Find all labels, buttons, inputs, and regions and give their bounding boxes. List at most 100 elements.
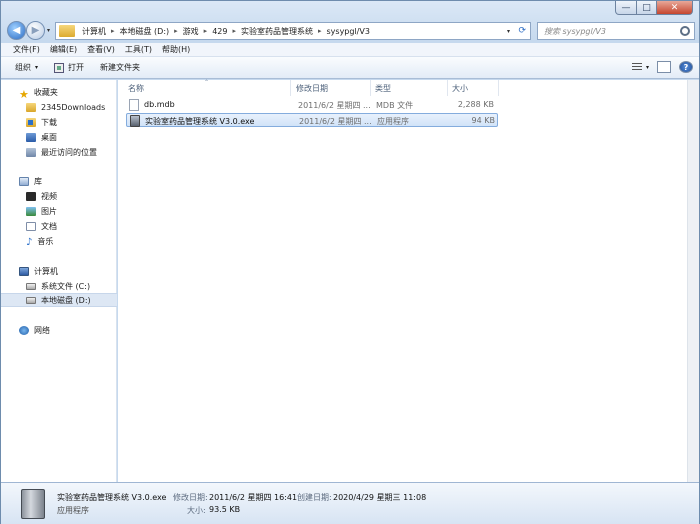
- new-folder-button[interactable]: 新建文件夹: [92, 59, 148, 77]
- menu-view[interactable]: 查看(V): [83, 44, 121, 55]
- details-modified-value: 2011/6/2 星期四 16:41: [209, 493, 298, 502]
- caption-buttons: — □ ✕: [615, 1, 693, 15]
- nav-desktop[interactable]: 桌面: [1, 130, 117, 144]
- column-type[interactable]: 类型: [375, 83, 391, 94]
- menu-bar: 文件(F) 编辑(E) 查看(V) 工具(T) 帮助(H): [1, 43, 699, 57]
- crumb-games[interactable]: 游戏: [180, 26, 202, 37]
- crumb-separator-icon[interactable]: ▸: [202, 27, 210, 35]
- folder-icon: [26, 102, 36, 112]
- address-bar[interactable]: 计算机 ▸ 本地磁盘 (D:) ▸ 游戏 ▸ 429 ▸ 实验室药品管理系统 ▸…: [55, 22, 531, 40]
- nav-computer-label: 计算机: [34, 266, 58, 276]
- search-placeholder: 搜索 sysypgl/V3: [544, 26, 606, 36]
- file-type: 应用程序: [377, 117, 409, 126]
- nav-drive-d[interactable]: 本地磁盘 (D:): [1, 293, 117, 307]
- details-file-name: 实验室药品管理系统 V3.0.exe: [57, 493, 167, 502]
- star-icon: ★: [19, 87, 29, 101]
- sort-ascending-icon: ⌃: [204, 79, 210, 86]
- menu-tools[interactable]: 工具(T): [121, 44, 158, 55]
- organize-label: 组织: [15, 63, 31, 72]
- nav-downloads-label: 下载: [41, 117, 57, 127]
- menu-edit[interactable]: 编辑(E): [46, 44, 83, 55]
- open-button[interactable]: 打开: [46, 59, 92, 77]
- crumb-separator-icon[interactable]: ▸: [109, 27, 117, 35]
- nav-2345downloads-label: 2345Downloads: [41, 102, 106, 112]
- application-icon: [130, 115, 140, 127]
- column-size[interactable]: 大小: [452, 83, 468, 94]
- refresh-icon[interactable]: ⟳: [518, 26, 526, 36]
- file-row-exe[interactable]: 实验室药品管理系统 V3.0.exe 2011/6/2 星期四 ... 应用程序…: [126, 113, 498, 127]
- crumb-lab-system[interactable]: 实验室药品管理系统: [238, 26, 316, 37]
- chevron-down-icon: ▾: [35, 64, 39, 71]
- details-created-value: 2020/4/29 星期三 11:08: [333, 493, 427, 502]
- file-row-db-mdb[interactable]: db.mdb 2011/6/2 星期四 ... MDB 文件 2,288 KB: [126, 98, 498, 112]
- recent-pages-dropdown[interactable]: ▾: [47, 27, 50, 34]
- network-icon: [19, 325, 29, 335]
- nav-recent[interactable]: 最近访问的位置: [1, 145, 117, 159]
- maximize-button[interactable]: □: [637, 1, 657, 15]
- file-date: 2011/6/2 星期四 ...: [299, 117, 372, 126]
- nav-music[interactable]: ♪ 音乐: [1, 234, 117, 248]
- drive-icon: [26, 296, 36, 304]
- download-folder-icon: [26, 117, 36, 127]
- view-dropdown-icon[interactable]: ▾: [646, 64, 649, 71]
- nav-libraries[interactable]: 库: [1, 174, 117, 188]
- details-pane: 实验室药品管理系统 V3.0.exe 应用程序 修改日期: 2011/6/2 星…: [1, 482, 699, 524]
- nav-pictures[interactable]: 图片: [1, 204, 117, 218]
- document-icon: [26, 221, 36, 231]
- nav-network-label: 网络: [34, 325, 50, 335]
- close-button[interactable]: ✕: [657, 1, 693, 15]
- organize-button[interactable]: 组织 ▾: [7, 59, 46, 77]
- forward-button[interactable]: ▶: [26, 21, 45, 40]
- preview-pane-icon[interactable]: [657, 61, 671, 73]
- nav-2345downloads[interactable]: 2345Downloads: [1, 100, 117, 114]
- view-controls: ▾ ?: [624, 61, 693, 73]
- column-divider[interactable]: [498, 80, 499, 96]
- file-size: 2,288 KB: [457, 100, 494, 109]
- nav-videos[interactable]: 视频: [1, 189, 117, 203]
- nav-network[interactable]: 网络: [1, 323, 117, 337]
- nav-documents[interactable]: 文档: [1, 219, 117, 233]
- nav-libraries-label: 库: [34, 176, 42, 186]
- back-button[interactable]: ◀: [7, 21, 26, 40]
- file-size: 94 KB: [471, 116, 495, 125]
- crumb-v3[interactable]: sysypgl/V3: [324, 27, 373, 36]
- command-bar: 组织 ▾ 打开 新建文件夹 ▾ ?: [1, 57, 699, 79]
- crumb-429[interactable]: 429: [209, 27, 230, 36]
- open-icon: [54, 62, 65, 73]
- column-divider[interactable]: [447, 80, 448, 96]
- navigation-bar: ◀ ▶ ▾ 计算机 ▸ 本地磁盘 (D:) ▸ 游戏 ▸ 429 ▸ 实验室药品…: [1, 19, 700, 43]
- video-icon: [26, 191, 36, 201]
- crumb-computer[interactable]: 计算机: [79, 26, 109, 37]
- column-divider[interactable]: [370, 80, 371, 96]
- nav-favorites[interactable]: ★ 收藏夹: [1, 85, 117, 101]
- nav-pictures-label: 图片: [41, 206, 57, 216]
- column-name[interactable]: 名称: [128, 83, 144, 94]
- computer-icon: [19, 266, 29, 276]
- crumb-separator-icon[interactable]: ▸: [230, 27, 238, 35]
- navigation-pane: ★ 收藏夹 2345Downloads 下载 桌面 最近访问的位置 库 视频 图…: [1, 80, 117, 482]
- column-divider[interactable]: [290, 80, 291, 96]
- details-created-label: 创建日期:: [297, 493, 332, 502]
- change-view-icon[interactable]: [631, 62, 642, 72]
- crumb-separator-icon[interactable]: ▸: [172, 27, 180, 35]
- nav-drive-d-label: 本地磁盘 (D:): [41, 295, 91, 305]
- nav-desktop-label: 桌面: [41, 132, 57, 142]
- library-icon: [19, 176, 29, 186]
- nav-downloads[interactable]: 下载: [1, 115, 117, 129]
- nav-drive-c[interactable]: 系统文件 (C:): [1, 279, 117, 293]
- menu-file[interactable]: 文件(F): [9, 44, 46, 55]
- column-date[interactable]: 修改日期: [296, 83, 328, 94]
- minimize-button[interactable]: —: [615, 1, 637, 15]
- search-icon[interactable]: [680, 26, 690, 36]
- explorer-window: — □ ✕ ◀ ▶ ▾ 计算机 ▸ 本地磁盘 (D:) ▸ 游戏 ▸ 429 ▸…: [0, 0, 700, 524]
- help-icon[interactable]: ?: [679, 61, 693, 73]
- nav-videos-label: 视频: [41, 191, 57, 201]
- nav-computer[interactable]: 计算机: [1, 264, 117, 278]
- crumb-separator-icon[interactable]: ▸: [316, 27, 324, 35]
- column-headers: 名称 ⌃ 修改日期 类型 大小: [118, 79, 689, 96]
- vertical-scrollbar[interactable]: [687, 80, 699, 482]
- search-input[interactable]: 搜索 sysypgl/V3: [537, 22, 695, 40]
- crumb-drive-d[interactable]: 本地磁盘 (D:): [117, 26, 173, 37]
- address-dropdown-icon[interactable]: ▾: [507, 28, 510, 35]
- menu-help[interactable]: 帮助(H): [158, 44, 196, 55]
